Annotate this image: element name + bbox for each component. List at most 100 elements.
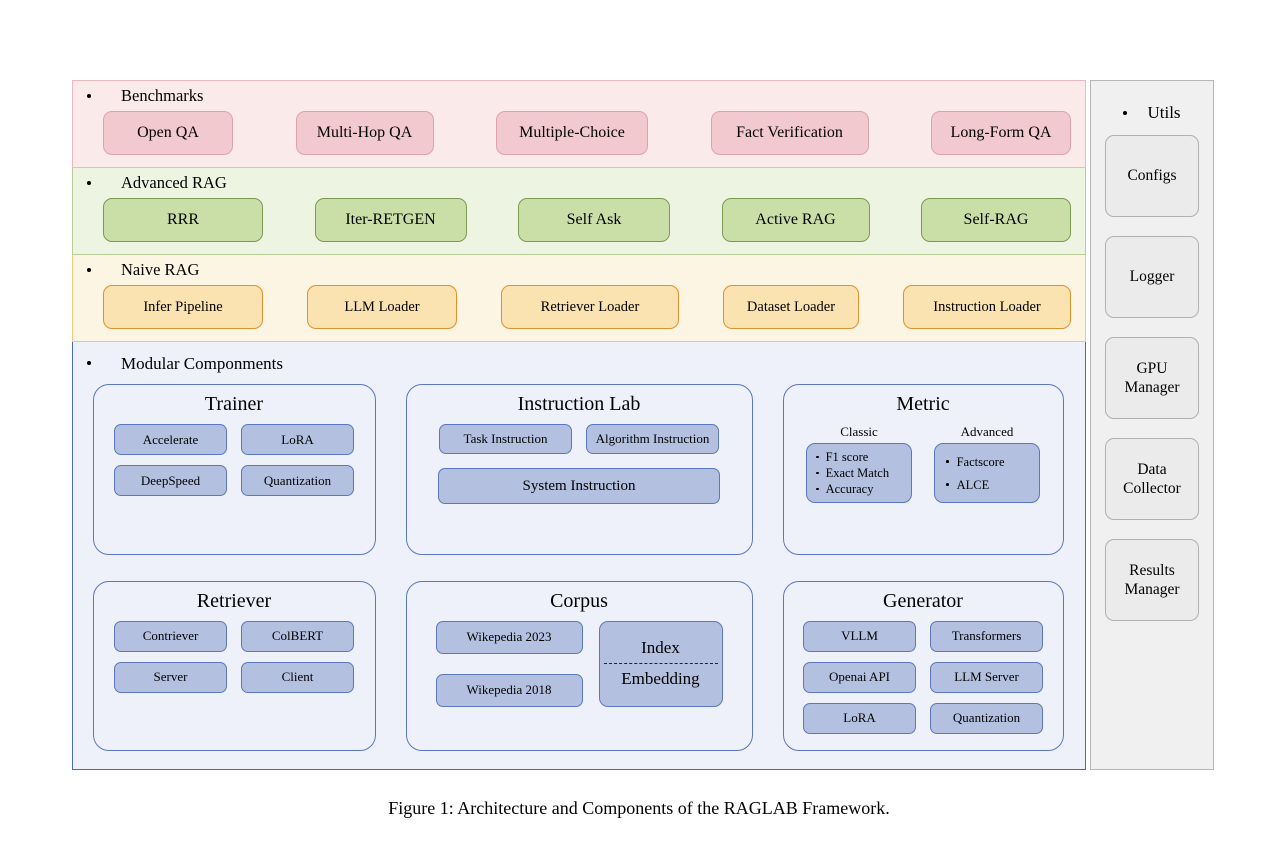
generator-box: Quantization — [930, 702, 1043, 734]
naive-rag-chip: Retriever Loader — [501, 285, 679, 329]
panel-generator: Generator VLLM Transformers Openai API LLM … — [782, 580, 1064, 751]
generator-row: Openai API LLM Server — [803, 661, 1043, 693]
generator-row: LoRA Quantization — [803, 702, 1043, 734]
metric-item: Exact Match — [813, 465, 903, 481]
benchmark-chip: Long-Form QA — [931, 111, 1071, 155]
advanced-rag-chip: Self Ask — [518, 198, 670, 242]
utils-title: Utils — [1147, 103, 1181, 122]
panel-retriever-title: Retriever — [196, 589, 272, 612]
corpus-sources: Wikepedia 2023 Wikepedia 2018 — [435, 620, 583, 707]
retriever-row: Server Client — [114, 661, 354, 693]
layer-naive-rag-header: Naive RAG — [73, 255, 1085, 285]
naive-rag-chip: Instruction Loader — [903, 285, 1071, 329]
layer-naive-rag: Naive RAG Infer Pipeline LLM Loader Retrie… — [72, 255, 1086, 342]
util-box: Data Collector — [1105, 438, 1199, 520]
bullet-icon — [87, 181, 91, 185]
panel-corpus: Corpus Wikepedia 2023 Wikepedia 2018 Inde… — [405, 580, 753, 751]
panel-retriever: Retriever Contriever ColBERT Server Client — [92, 580, 376, 751]
metric-column-label: Advanced — [960, 424, 1014, 439]
metric-item-label: Factscore — [956, 454, 1005, 469]
benchmark-chip: Multiple-Choice — [496, 111, 648, 155]
benchmark-chip: Multi-Hop QA — [295, 111, 434, 155]
architecture-diagram: Benchmarks Open QA Multi-Hop QA Multiple-C… — [72, 80, 1214, 770]
index-label: Index — [641, 638, 680, 657]
generator-box: VLLM — [803, 620, 916, 652]
panel-metric-title: Metric — [896, 393, 950, 415]
bullet-icon — [946, 460, 949, 463]
utils-column: Utils Configs Logger GPU Manager Data Colle… — [1090, 80, 1214, 770]
generator-box: LoRA — [803, 702, 916, 734]
layer-advanced-rag-items: RRR Iter-RETGEN Self Ask Active RAG Self-RAG — [73, 198, 1085, 254]
metric-item-label: Exact Match — [825, 466, 890, 480]
generator-box: Transformers — [930, 620, 1043, 652]
trainer-box: DeepSpeed — [114, 465, 227, 496]
panel-retriever-items: Contriever ColBERT Server Client — [106, 620, 363, 693]
retriever-box: Contriever — [114, 620, 227, 652]
index-embedding-box: Index Embedding — [598, 620, 723, 707]
layer-modular-components-title: Modular Componments — [121, 353, 283, 373]
trainer-row: DeepSpeed Quantization — [114, 465, 354, 496]
advanced-rag-chip: Active RAG — [721, 198, 870, 242]
corpus-source-box: Wikepedia 2018 — [435, 673, 583, 707]
figure-caption: Figure 1: Architecture and Components of… — [388, 798, 890, 818]
bullet-icon — [816, 455, 819, 459]
utils-items: Configs Logger GPU Manager Data Collector Re… — [1105, 135, 1199, 640]
layer-naive-rag-items: Infer Pipeline LLM Loader Retriever Loader… — [73, 285, 1085, 341]
util-box: GPU Manager — [1105, 337, 1199, 419]
naive-rag-chip: Infer Pipeline — [103, 285, 263, 329]
panel-metric: Metric Classic F1 score Exact Match Accurac… — [782, 384, 1064, 555]
retriever-box: ColBERT — [241, 620, 354, 652]
generator-box: LLM Server — [930, 661, 1043, 693]
panel-generator-title: Generator — [883, 589, 963, 612]
bullet-icon — [87, 361, 91, 365]
layer-advanced-rag-title: Advanced RAG — [121, 172, 227, 192]
advanced-rag-chip: Iter-RETGEN — [314, 198, 467, 242]
panel-instruction-lab: Instruction Lab Task Instruction Algorith… — [405, 384, 753, 555]
retriever-row: Contriever ColBERT — [114, 620, 354, 652]
panel-trainer: Trainer Accelerate LoRA DeepSpeed Quantizat… — [92, 384, 376, 555]
metric-item-label: F1 score — [825, 450, 869, 464]
bullet-icon — [816, 487, 819, 491]
naive-rag-chip: LLM Loader — [307, 285, 457, 329]
panel-instruction-lab-top-items: Task Instruction Algorithm Instruction — [439, 424, 719, 454]
util-box: Configs — [1105, 135, 1199, 217]
advanced-rag-chip: Self-RAG — [921, 198, 1071, 242]
metric-column: Advanced Factscore ALCE — [934, 424, 1040, 503]
util-box: Results Manager — [1105, 539, 1199, 621]
metric-item: ALCE — [941, 477, 1031, 493]
layer-benchmarks-items: Open QA Multi-Hop QA Multiple-Choice Fact V… — [73, 111, 1085, 167]
metric-column: Classic F1 score Exact Match Accuracy — [806, 424, 912, 503]
metric-item: Accuracy — [813, 481, 903, 497]
benchmark-chip: Open QA — [103, 111, 233, 155]
layer-modular-components-header: Modular Componments — [73, 342, 1085, 384]
panel-metric-columns: Classic F1 score Exact Match Accuracy Advanc… — [806, 424, 1040, 503]
metric-advanced-box: Factscore ALCE — [934, 443, 1040, 503]
bullet-icon — [87, 94, 91, 98]
retriever-box: Client — [241, 661, 354, 693]
layer-naive-rag-title: Naive RAG — [121, 259, 200, 279]
layer-benchmarks-title: Benchmarks — [121, 85, 204, 105]
naive-rag-chip: Dataset Loader — [723, 285, 859, 329]
corpus-source-box: Wikepedia 2023 — [435, 620, 583, 654]
panel-generator-items: VLLM Transformers Openai API LLM Server LoRA… — [796, 620, 1051, 734]
retriever-box: Server — [114, 661, 227, 693]
metric-item: F1 score — [813, 449, 903, 465]
instruction-lab-box: Algorithm Instruction — [586, 424, 719, 454]
panel-instruction-lab-title: Instruction Lab — [517, 393, 641, 415]
panel-corpus-title: Corpus — [550, 589, 608, 612]
modular-panel-grid: Trainer Accelerate LoRA DeepSpeed Quantizat… — [73, 384, 1085, 769]
metric-item: Factscore — [941, 454, 1031, 470]
layer-benchmarks-header: Benchmarks — [73, 81, 1085, 111]
trainer-row: Accelerate LoRA — [114, 424, 354, 455]
instruction-lab-box: Task Instruction — [439, 424, 572, 454]
generator-row: VLLM Transformers — [803, 620, 1043, 652]
bullet-icon — [87, 268, 91, 272]
layer-advanced-rag: Advanced RAG RRR Iter-RETGEN Self Ask Activ… — [72, 168, 1086, 255]
system-instruction-box: System Instruction — [438, 468, 720, 504]
util-box: Logger — [1105, 236, 1199, 318]
bullet-icon — [816, 471, 819, 475]
panel-trainer-items: Accelerate LoRA DeepSpeed Quantization — [106, 424, 363, 496]
trainer-box: Accelerate — [114, 424, 227, 455]
framework-layers: Benchmarks Open QA Multi-Hop QA Multiple-C… — [72, 80, 1086, 770]
layer-advanced-rag-header: Advanced RAG — [73, 168, 1085, 198]
